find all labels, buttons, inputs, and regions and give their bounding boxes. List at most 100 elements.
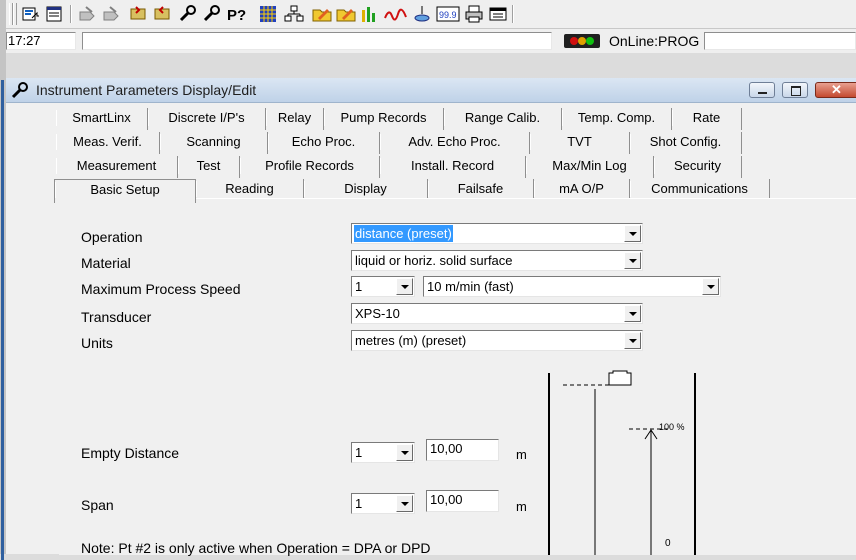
chevron-down-icon[interactable]: [396, 278, 413, 295]
speed-point-select[interactable]: 1: [351, 276, 415, 297]
span-point-value: 1: [355, 496, 363, 511]
material-label: Material: [81, 255, 131, 271]
span-label: Span: [81, 497, 114, 513]
write-icon[interactable]: [102, 4, 122, 24]
transducer-value: XPS-10: [355, 306, 400, 321]
upload-icon[interactable]: [128, 4, 148, 24]
status-extra-field: [704, 32, 856, 50]
tab-max-min-log[interactable]: Max/Min Log: [526, 156, 654, 178]
toolbar-grip: [13, 3, 17, 25]
wrench-icon[interactable]: [178, 4, 198, 24]
tab-tvt[interactable]: TVT: [530, 132, 630, 154]
diagram-zero-label: 0: [665, 538, 671, 549]
svg-text:99.9: 99.9: [439, 10, 457, 20]
tab-smartlinx[interactable]: SmartLinx: [56, 108, 148, 130]
status-message-field: [82, 32, 552, 50]
tab-discrete-ips[interactable]: Discrete I/P's: [148, 108, 266, 130]
tank-icon[interactable]: [412, 4, 432, 24]
tab-shot-config[interactable]: Shot Config.: [630, 132, 742, 154]
svg-text:P?: P?: [227, 7, 246, 24]
parameter-query-icon[interactable]: P?: [226, 4, 250, 24]
empty-point-select[interactable]: 1: [351, 442, 415, 463]
status-bar: 17:27 OnLine:PROG: [6, 29, 856, 53]
operation-value: distance (preset): [354, 225, 453, 242]
read-icon[interactable]: [78, 4, 98, 24]
chevron-down-icon[interactable]: [624, 332, 641, 349]
connection-status: OnLine:PROG: [609, 33, 700, 49]
units-select[interactable]: metres (m) (preset): [351, 330, 643, 351]
toolbar-separator: [512, 5, 514, 23]
window-title: Instrument Parameters Display/Edit: [36, 82, 257, 98]
close-button[interactable]: ✕: [815, 82, 856, 98]
tab-security[interactable]: Security: [654, 156, 742, 178]
waveform-icon[interactable]: [384, 4, 408, 24]
chevron-down-icon[interactable]: [624, 252, 641, 269]
chevron-down-icon[interactable]: [396, 495, 413, 512]
tab-echo-proc[interactable]: Echo Proc.: [268, 132, 380, 154]
empty-distance-label: Empty Distance: [81, 445, 180, 461]
transducer-label: Transducer: [81, 309, 152, 325]
tab-row-1: SmartLinx Discrete I/P's Relay Pump Reco…: [6, 108, 856, 130]
tab-meas-verif[interactable]: Meas. Verif.: [56, 132, 160, 154]
chevron-down-icon[interactable]: [396, 444, 413, 461]
chevron-down-icon[interactable]: [624, 225, 641, 242]
tab-row-2: Meas. Verif. Scanning Echo Proc. Adv. Ec…: [6, 132, 856, 154]
speed-value: 10 m/min (fast): [427, 279, 514, 294]
maximize-icon: [791, 86, 801, 96]
tab-install-record[interactable]: Install. Record: [380, 156, 526, 178]
tab-temp-comp[interactable]: Temp. Comp.: [562, 108, 672, 130]
grid-icon[interactable]: [258, 4, 278, 24]
display-99-icon[interactable]: 99.9: [436, 4, 460, 24]
app-left-edge-bar: [1, 80, 4, 560]
tab-basic-setup[interactable]: Basic Setup: [54, 179, 196, 203]
operation-label: Operation: [81, 229, 143, 245]
operation-select[interactable]: distance (preset): [351, 223, 643, 244]
transducer-select[interactable]: XPS-10: [351, 303, 643, 324]
empty-distance-input[interactable]: 10,00: [426, 439, 499, 461]
maximize-button[interactable]: [782, 82, 808, 98]
chevron-down-icon[interactable]: [702, 278, 719, 295]
material-select[interactable]: liquid or horiz. solid surface: [351, 250, 643, 271]
tab-rate[interactable]: Rate: [672, 108, 742, 130]
units-value: metres (m) (preset): [355, 333, 467, 348]
tab-adv-echo-proc[interactable]: Adv. Echo Proc.: [380, 132, 530, 154]
close-icon: ✕: [831, 82, 842, 97]
max-process-speed-label: Maximum Process Speed: [81, 281, 241, 297]
edit-folder-icon[interactable]: [312, 4, 332, 24]
material-value: liquid or horiz. solid surface: [355, 253, 513, 268]
span-point-select[interactable]: 1: [351, 493, 415, 514]
units-label: Units: [81, 335, 113, 351]
speed-point-value: 1: [355, 279, 363, 294]
window-icon[interactable]: [488, 4, 508, 24]
wrench-icon[interactable]: [202, 4, 222, 24]
download-icon[interactable]: [152, 4, 172, 24]
tab-profile-records[interactable]: Profile Records: [240, 156, 380, 178]
tab-pump-records[interactable]: Pump Records: [324, 108, 444, 130]
wrench-icon: [11, 82, 28, 99]
chevron-down-icon[interactable]: [624, 305, 641, 322]
tab-measurement[interactable]: Measurement: [56, 156, 178, 178]
minimize-icon: [758, 92, 767, 94]
tab-scanning[interactable]: Scanning: [160, 132, 268, 154]
open-icon[interactable]: [20, 4, 40, 24]
printer-icon[interactable]: [464, 4, 484, 24]
diagram-100-percent-label: 100 %: [659, 422, 685, 432]
tab-row-3: Measurement Test Profile Records Install…: [6, 156, 856, 178]
edit-folder-icon[interactable]: [336, 4, 356, 24]
network-icon[interactable]: [284, 4, 304, 24]
tab-relay[interactable]: Relay: [266, 108, 324, 130]
traffic-light-icon: [564, 34, 600, 48]
window-titlebar[interactable]: Instrument Parameters Display/Edit ✕: [6, 78, 856, 103]
basic-setup-panel: Operation distance (preset) Material liq…: [59, 198, 856, 556]
tab-range-calib[interactable]: Range Calib.: [444, 108, 562, 130]
span-input[interactable]: 10,00: [426, 490, 499, 512]
minimize-button[interactable]: [749, 82, 775, 98]
speed-select[interactable]: 10 m/min (fast): [423, 276, 721, 297]
bar-graph-icon[interactable]: [360, 4, 380, 24]
toolbar: P? 99.9: [6, 0, 856, 29]
print-preview-icon[interactable]: [44, 4, 64, 24]
empty-point-value: 1: [355, 445, 363, 460]
span-unit: m: [516, 499, 527, 514]
empty-distance-unit: m: [516, 447, 527, 462]
tab-test[interactable]: Test: [178, 156, 240, 178]
